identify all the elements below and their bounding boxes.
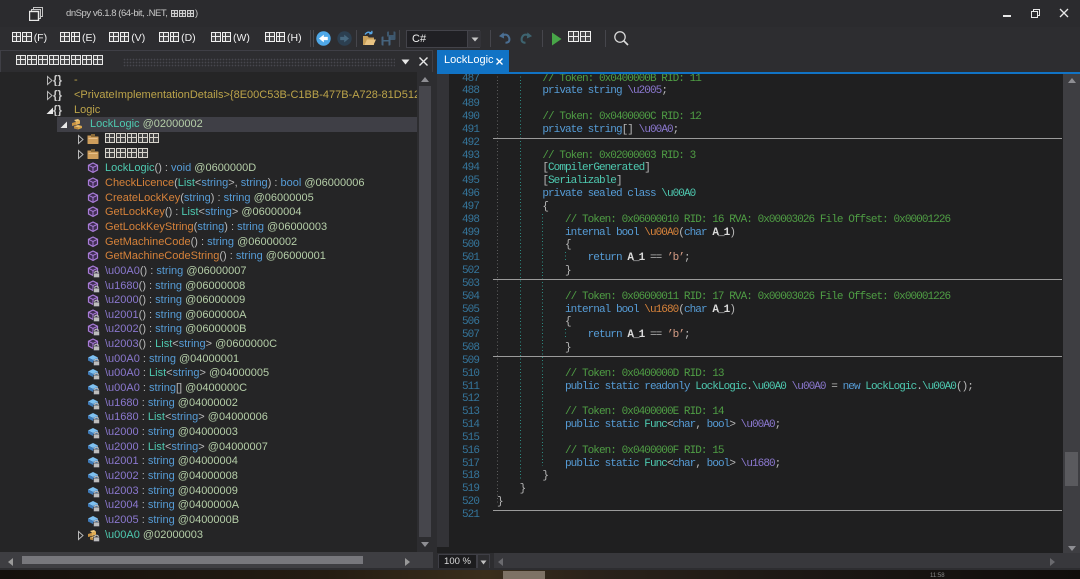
svg-text:{}: {}	[53, 90, 62, 101]
svg-text:{}: {}	[53, 75, 62, 86]
svg-text:{}: {}	[53, 105, 62, 116]
